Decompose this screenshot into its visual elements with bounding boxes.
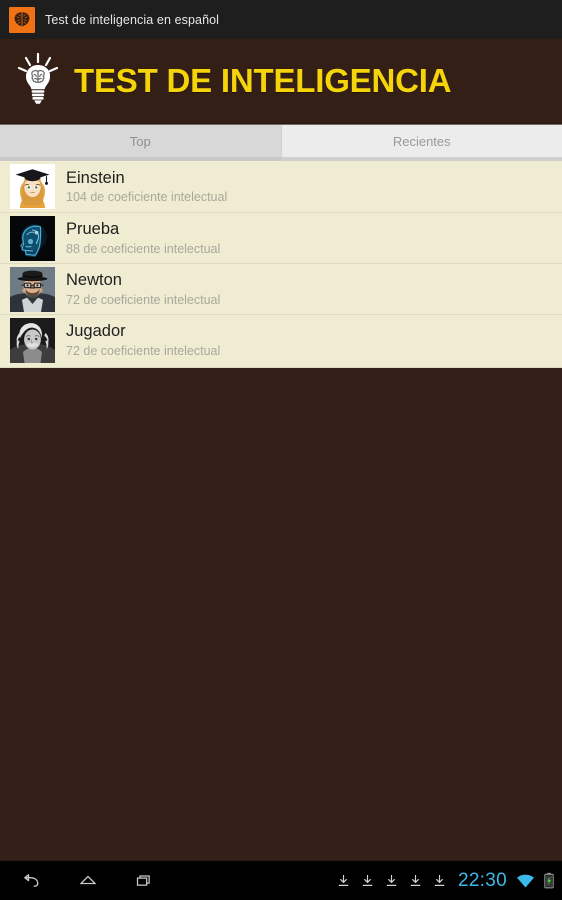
list-item[interactable]: Prueba 88 de coeficiente intelectual — [0, 212, 562, 263]
xray-brain-avatar — [10, 215, 55, 261]
home-icon[interactable] — [75, 869, 101, 893]
recent-apps-icon[interactable] — [132, 869, 158, 893]
list-item-subtitle: 72 de coeficiente intelectual — [66, 292, 221, 307]
nav-buttons-group — [0, 869, 158, 893]
system-bar-title: Test de inteligencia en español — [45, 12, 220, 27]
list-item-subtitle: 72 de coeficiente intelectual — [66, 343, 221, 358]
status-icons-group: 22:30 — [338, 870, 562, 892]
list-item-text: Jugador 72 de coeficiente intelectual — [66, 322, 220, 357]
download-icon — [410, 874, 421, 886]
app-header: TEST DE INTELIGENCIA — [0, 39, 562, 124]
download-icon — [362, 874, 373, 886]
page-title: TEST DE INTELIGENCIA — [74, 62, 452, 99]
back-arrow-icon[interactable] — [18, 869, 44, 893]
wifi-icon — [517, 874, 534, 887]
tab-recientes[interactable]: Recientes — [280, 125, 562, 161]
system-status-bar: Test de inteligencia en español — [0, 0, 562, 39]
list-item-text: Prueba 88 de coeficiente intelectual — [66, 220, 220, 255]
man-hat-glasses-avatar — [10, 266, 55, 312]
tab-bar: Top Recientes — [0, 124, 562, 161]
list-item-name: Newton — [66, 271, 122, 290]
graduate-girl-avatar — [10, 164, 55, 209]
list-item-text: Einstein 104 de coeficiente intelectual — [66, 169, 227, 204]
download-icon — [386, 874, 397, 886]
list-item-name: Einstein — [66, 168, 125, 187]
scores-list: Einstein 104 de coeficiente intelectual — [0, 161, 562, 368]
download-icons-group — [338, 874, 445, 888]
einstein-photo-avatar — [10, 317, 55, 363]
empty-content-area — [0, 368, 562, 860]
list-item-text: Newton 72 de coeficiente intelectual — [66, 271, 220, 306]
app-screen: Test de inteligencia en español TEST DE … — [0, 0, 562, 900]
tab-top-label: Top — [129, 133, 151, 149]
tab-top[interactable]: Top — [0, 125, 281, 161]
list-item-name: Prueba — [66, 220, 120, 239]
download-icon — [338, 874, 349, 886]
battery-charging-icon — [544, 872, 554, 889]
list-item[interactable]: Newton 72 de coeficiente intelectual — [0, 263, 562, 314]
list-item-subtitle: 88 de coeficiente intelectual — [66, 241, 221, 256]
list-item[interactable]: Jugador 72 de coeficiente intelectual — [0, 314, 562, 365]
download-icon — [434, 874, 445, 886]
list-item-name: Jugador — [66, 322, 126, 341]
system-navigation-bar: 22:30 — [0, 860, 562, 900]
list-item[interactable]: Einstein 104 de coeficiente intelectual — [0, 161, 562, 212]
tab-recientes-label: Recientes — [392, 133, 451, 149]
lightbulb-brain-icon — [14, 51, 62, 111]
clock[interactable]: 22:30 — [458, 870, 507, 892]
list-item-subtitle: 104 de coeficiente intelectual — [66, 190, 228, 205]
brain-icon — [9, 6, 35, 33]
